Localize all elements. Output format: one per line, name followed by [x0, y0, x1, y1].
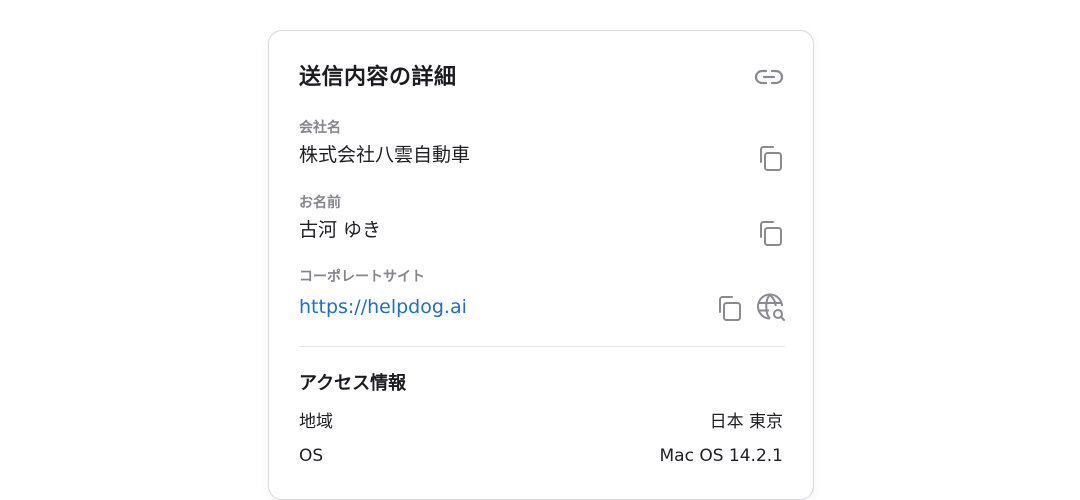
os-value: Mac OS 14.2.1: [659, 446, 783, 466]
copy-icon[interactable]: [714, 293, 744, 323]
globe-search-icon[interactable]: [756, 293, 786, 323]
link-icon[interactable]: [753, 64, 785, 90]
company-name-label: 会社名: [299, 120, 341, 136]
card-title: 送信内容の詳細: [299, 65, 457, 90]
corporate-site-label: コーポレートサイト: [299, 269, 425, 285]
copy-icon[interactable]: [755, 143, 785, 173]
region-label: 地域: [299, 412, 333, 432]
region-value: 日本 東京: [709, 412, 783, 432]
person-name-label: お名前: [299, 195, 341, 211]
company-name-value: 株式会社八雲自動車: [299, 144, 471, 166]
submission-details-card: 送信内容の詳細 会社名 株式会社八雲自動車 お名前 古河 ゆき コーポレートサイ…: [268, 30, 814, 500]
os-label: OS: [299, 446, 324, 466]
corporate-site-link[interactable]: https://helpdog.ai: [299, 294, 467, 320]
copy-icon[interactable]: [755, 218, 785, 248]
section-divider: [299, 346, 785, 347]
access-info-title: アクセス情報: [299, 373, 407, 394]
person-name-value: 古河 ゆき: [299, 219, 382, 241]
